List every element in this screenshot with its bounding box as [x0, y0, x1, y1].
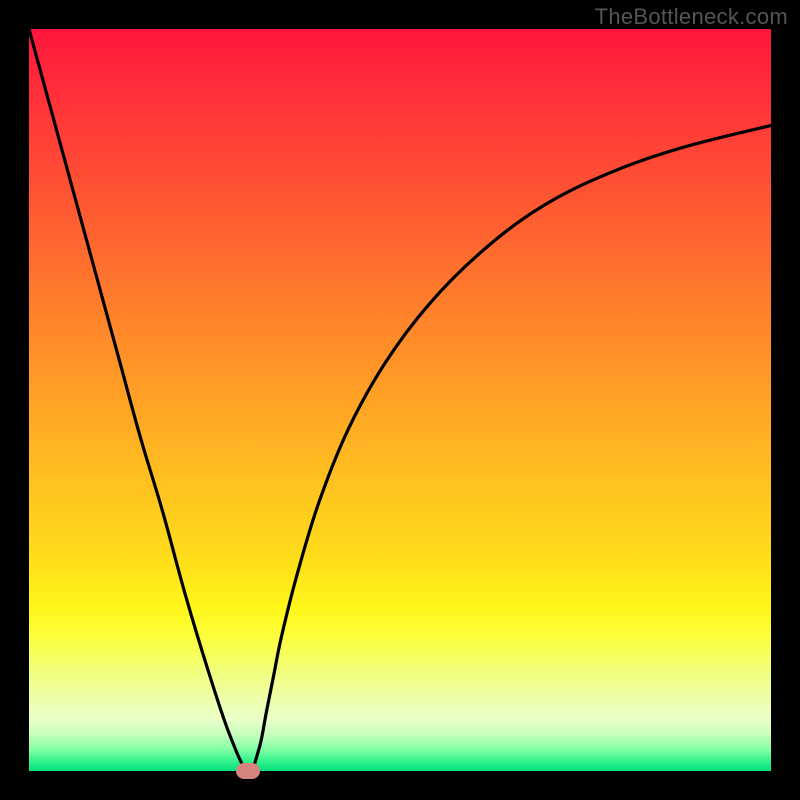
bottleneck-curve [29, 29, 771, 771]
watermark-text: TheBottleneck.com [595, 4, 788, 30]
min-marker [236, 763, 260, 779]
curve-svg [29, 29, 771, 771]
plot-area [29, 29, 771, 771]
chart-frame: TheBottleneck.com [0, 0, 800, 800]
